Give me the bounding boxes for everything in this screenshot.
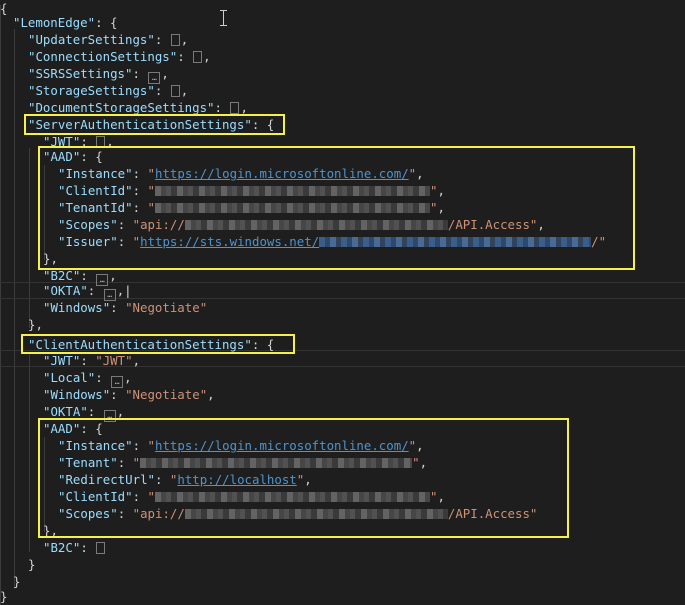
code-line: "OKTA": … ,| (43, 283, 132, 301)
code-line: "ClientId": " ", (58, 183, 445, 198)
code-line: } (0, 589, 8, 604)
code-line: "ConnectionSettings": , (28, 49, 211, 64)
code-line: "RedirectUrl": "http://localhost", (58, 472, 312, 487)
code-line: "Instance": "https://login.microsoftonli… (58, 438, 424, 453)
code-line: "UpdaterSettings": , (28, 32, 189, 47)
redirect-url-link[interactable]: http://localhost (177, 472, 296, 487)
code-line: "B2C": (43, 539, 685, 556)
code-line: "Scopes": "api:///API.Access" (58, 506, 538, 521)
code-line: "ClientAuthenticationSettings": { (28, 337, 275, 352)
code-line: "Local": …, (43, 370, 132, 388)
code-line: "Windows": "Negotiate", (43, 387, 215, 402)
code-line: "JWT": "JWT", (43, 353, 141, 368)
redacted-value (140, 458, 413, 468)
code-line: "Scopes": "api:///API.Access", (58, 217, 545, 232)
code-line: "AAD": { (43, 421, 103, 436)
code-line: "TenantId": " ", (58, 200, 445, 215)
folded-region-icon[interactable] (96, 542, 106, 554)
code-line: }, (43, 523, 58, 538)
redacted-value (155, 492, 431, 502)
code-line: "LemonEdge": { (13, 15, 118, 30)
code-line: "Instance": "https://login.microsoftonli… (58, 166, 424, 181)
indent-guide (0, 5, 1, 605)
folded-region-icon[interactable] (170, 34, 180, 46)
code-line: "SSRSSettings": …, (28, 66, 169, 84)
code-line: }, (43, 251, 58, 266)
indent-guide (44, 165, 45, 260)
redacted-value (319, 237, 592, 247)
indent-guide (44, 437, 45, 532)
indent-guide (29, 148, 30, 328)
folded-region-icon[interactable] (170, 85, 180, 97)
code-line: "StorageSettings": , (28, 83, 189, 98)
code-line: "ServerAuthenticationSettings": { (28, 117, 275, 132)
text-cursor-icon (220, 10, 227, 26)
code-line: "Windows": "Negotiate" (43, 300, 208, 315)
folded-region-icon[interactable] (193, 51, 203, 63)
code-line: "Issuer": "https://sts.windows.net//" (58, 234, 607, 249)
instance-url-link[interactable]: https://login.microsoftonline.com/ (155, 166, 409, 181)
issuer-url-link[interactable]: https://sts.windows.net/ (140, 234, 319, 249)
code-line: } (28, 557, 36, 572)
redacted-value (155, 203, 431, 213)
instance-url-link[interactable]: https://login.microsoftonline.com/ (155, 438, 409, 453)
redacted-value (155, 186, 431, 196)
code-editor[interactable]: { "LemonEdge": { "UpdaterSettings": , "C… (0, 0, 685, 605)
redacted-value (184, 509, 448, 519)
code-line: "AAD": { (43, 149, 103, 164)
folded-region-icon[interactable] (230, 102, 240, 114)
indent-guide (29, 352, 30, 552)
redacted-value (184, 220, 448, 230)
folded-region-icon[interactable] (96, 136, 106, 148)
code-line: }, (28, 317, 43, 332)
indent-guide (14, 29, 15, 589)
code-line: "DocumentStorageSettings": , (28, 100, 248, 115)
code-line: "ClientId": " ", (58, 489, 445, 504)
code-line: "Tenant": " ", (58, 455, 428, 470)
code-line: "OKTA": …, (43, 404, 125, 422)
